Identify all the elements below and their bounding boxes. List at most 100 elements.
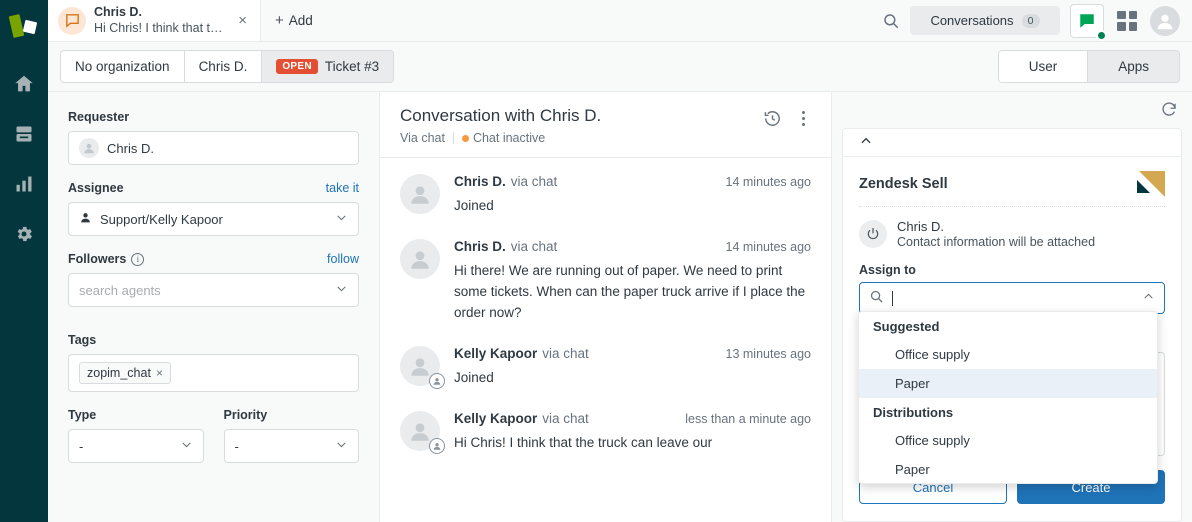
dropdown-group-label: Distributions (859, 398, 1157, 426)
tab-apps[interactable]: Apps (1087, 51, 1179, 82)
add-tab-button[interactable]: + Add (261, 0, 327, 41)
conversation-channel: Via chat (400, 131, 445, 145)
message-channel: via chat (511, 239, 558, 254)
dropdown-option[interactable]: Office supply (859, 426, 1157, 455)
user-avatar-icon[interactable] (1150, 6, 1180, 36)
take-it-link[interactable]: take it (326, 181, 359, 195)
priority-select[interactable]: - (224, 429, 360, 463)
priority-value: - (235, 439, 239, 454)
conversations-button[interactable]: Conversations 0 (910, 6, 1060, 35)
close-icon[interactable]: × (233, 9, 252, 32)
assignee-label: Assignee (68, 181, 124, 195)
avatar (400, 239, 440, 279)
search-icon[interactable] (882, 12, 900, 30)
assignee-field: Assignee take it Support/Kelly Kapoor (68, 181, 359, 236)
avatar (400, 411, 440, 451)
follow-link[interactable]: follow (327, 252, 359, 266)
dropdown-group-label: Suggested (859, 312, 1157, 340)
type-value: - (79, 439, 83, 454)
message-text: Hi there! We are running out of paper. W… (454, 261, 811, 324)
more-vertical-icon[interactable] (796, 109, 811, 128)
chevron-down-icon (335, 438, 348, 454)
message-author: Chris D. (454, 239, 506, 254)
global-nav-rail (0, 0, 48, 522)
history-clock-icon[interactable] (763, 109, 782, 128)
conversation-panel: Conversation with Chris D. Via chat Chat… (380, 92, 832, 522)
grid-apps-icon[interactable] (1114, 8, 1140, 34)
refresh-icon[interactable] (1160, 100, 1178, 121)
type-select[interactable]: - (68, 429, 204, 463)
tag-chip-label: zopim_chat (87, 366, 151, 380)
avatar (400, 346, 440, 386)
message-text: Hi Chris! I think that the truck can lea… (454, 433, 811, 454)
type-field: Type - (68, 408, 204, 463)
requester-field: Requester Chris D. (68, 110, 359, 165)
nav-views[interactable] (0, 110, 48, 160)
message-author: Kelly Kapoor (454, 411, 537, 426)
plus-icon: + (275, 12, 284, 29)
nav-reporting[interactable] (0, 160, 48, 210)
breadcrumb-requester[interactable]: Chris D. (185, 51, 263, 82)
followers-label: Followers (68, 252, 126, 266)
priority-field: Priority - (224, 408, 360, 463)
tab-title: Chris D. (94, 5, 225, 21)
tag-chip[interactable]: zopim_chat × (79, 362, 171, 384)
chevron-down-icon (335, 211, 348, 227)
message-channel: via chat (511, 174, 558, 189)
nav-settings[interactable] (0, 210, 48, 260)
type-label: Type (68, 408, 96, 422)
followers-placeholder: search agents (79, 283, 161, 298)
status-badge: OPEN (276, 59, 318, 74)
app-title: Zendesk Sell (859, 176, 948, 192)
dropdown-option[interactable]: Paper (859, 369, 1157, 398)
message-time: 14 minutes ago (726, 240, 811, 254)
breadcrumb-organization[interactable]: No organization (61, 51, 185, 82)
reporting-icon (14, 174, 34, 197)
followers-input[interactable]: search agents (68, 273, 359, 307)
chevron-up-icon[interactable] (1142, 290, 1155, 306)
message-text: Joined (454, 196, 811, 217)
message-time: less than a minute ago (685, 412, 811, 426)
agent-badge-icon (429, 438, 445, 454)
conversation-status: Chat inactive (462, 131, 545, 145)
nav-home[interactable] (0, 60, 48, 110)
assign-to-dropdown[interactable]: Suggested Office supply Paper Distributi… (858, 311, 1158, 484)
tab-chat-chris-d[interactable]: Chris D. Hi Chris! I think that th... × (48, 0, 261, 41)
breadcrumb-ticket[interactable]: OPEN Ticket #3 (262, 51, 393, 82)
info-icon[interactable]: i (131, 253, 144, 266)
top-toolbar: Chris D. Hi Chris! I think that th... × … (48, 0, 1192, 42)
breadcrumb-bar: No organization Chris D. OPEN Ticket #3 … (48, 42, 1192, 92)
tags-input[interactable]: zopim_chat × (68, 354, 359, 392)
dropdown-option[interactable]: Paper (859, 455, 1157, 484)
requester-label: Requester (68, 110, 129, 124)
requester-input[interactable]: Chris D. (68, 131, 359, 165)
conversations-label: Conversations (930, 13, 1013, 28)
ticket-properties-panel: Requester Chris D. Assignee take it (48, 92, 380, 522)
contact-name: Chris D. (897, 219, 944, 234)
message-channel: via chat (542, 411, 589, 426)
zendesk-logo (9, 14, 39, 40)
power-icon (859, 220, 887, 248)
message-time: 14 minutes ago (726, 175, 811, 189)
assign-to-search-input[interactable] (859, 282, 1165, 314)
agent-badge-icon (429, 373, 445, 389)
dropdown-option[interactable]: Office supply (859, 340, 1157, 369)
chevron-up-icon (859, 134, 873, 151)
assignee-select[interactable]: Support/Kelly Kapoor (68, 202, 359, 236)
chevron-down-icon (180, 438, 193, 454)
close-icon[interactable]: × (156, 366, 163, 380)
chat-bubble-icon (1078, 12, 1096, 30)
text-cursor (892, 291, 893, 306)
conversations-count: 0 (1022, 14, 1040, 28)
settings-gear-icon (14, 224, 34, 247)
tab-user[interactable]: User (999, 51, 1088, 82)
views-icon (14, 124, 34, 147)
message-author: Kelly Kapoor (454, 346, 537, 361)
ticket-label: Ticket #3 (325, 59, 379, 74)
collapse-toggle[interactable] (843, 129, 1181, 157)
avatar (400, 174, 440, 214)
user-avatar-icon (79, 138, 99, 158)
contact-note: Contact information will be attached (897, 235, 1095, 249)
chat-status-button[interactable] (1070, 4, 1104, 38)
chat-bubble-icon (58, 7, 86, 35)
